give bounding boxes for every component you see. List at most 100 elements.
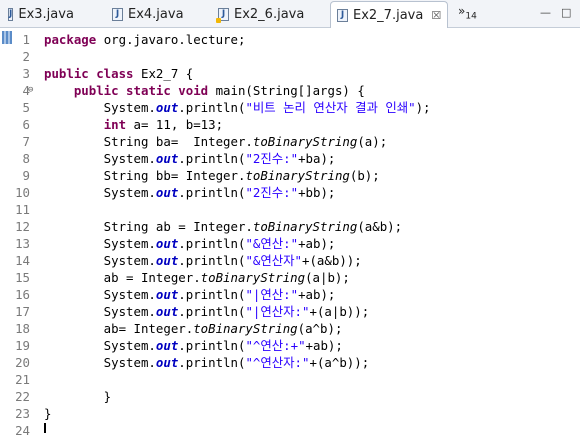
code-line[interactable]: 21: [14, 371, 431, 388]
code-line[interactable]: 14 System.out.println("&연산자"+(a&b));: [14, 252, 431, 269]
code-token: String ab = Integer.: [44, 219, 253, 234]
code-token: String bb= Integer.: [44, 168, 246, 183]
code-token: a= 11, b=13;: [133, 117, 224, 132]
code-line[interactable]: 23}: [14, 405, 431, 422]
code-line[interactable]: 17 System.out.println("|연산자:"+(a|b));: [14, 303, 431, 320]
line-number: 6: [22, 117, 30, 132]
code-token: "2진수:": [245, 185, 299, 200]
code-token: System.: [44, 100, 156, 115]
code-token: toBinaryString: [200, 270, 306, 285]
line-number: 9: [22, 168, 30, 183]
line-number: 2: [22, 49, 30, 64]
code-line[interactable]: 8 System.out.println("2진수:"+ba);: [14, 150, 431, 167]
code-token: toBinaryString: [193, 321, 298, 336]
code-token: out: [155, 100, 179, 115]
code-token: );: [415, 100, 431, 115]
code-token: +(a&b));: [302, 253, 362, 268]
line-number: 1: [22, 32, 30, 47]
editor-tab-bar: J Ex3.java J Ex4.java J Ex2_6.java J Ex2…: [0, 0, 580, 28]
code-line[interactable]: 2: [14, 48, 431, 65]
code-line[interactable]: 22 }: [14, 388, 431, 405]
line-number: 20: [15, 355, 30, 370]
code-token: toBinaryString: [252, 219, 358, 234]
code-token: +bb);: [298, 185, 336, 200]
line-number: 10: [15, 185, 30, 200]
close-tab-icon[interactable]: ☒: [431, 9, 441, 22]
java-file-icon: J: [8, 8, 14, 21]
code-line[interactable]: 19 System.out.println("^연산:+"+ab);: [14, 337, 431, 354]
code-line[interactable]: 9 String bb= Integer.toBinaryString(b);: [14, 167, 431, 184]
overview-ruler: [0, 28, 14, 433]
code-token: +ab);: [305, 338, 343, 353]
line-number: 19: [15, 338, 30, 353]
line-number: 13: [15, 236, 30, 251]
code-line[interactable]: 15 ab = Integer.toBinaryString(a|b);: [14, 269, 431, 286]
line-number: 15: [15, 270, 30, 285]
java-file-icon: J: [112, 8, 123, 21]
code-token: out: [155, 355, 179, 370]
code-line[interactable]: 10 System.out.println("2진수:"+bb);: [14, 184, 431, 201]
code-token: "2진수:": [245, 151, 299, 166]
tab-ex2-7[interactable]: J Ex2_7.java ☒: [330, 1, 448, 28]
code-token: ab= Integer.: [44, 321, 194, 336]
code-line[interactable]: 13 System.out.println("&연산:"+ab);: [14, 235, 431, 252]
code-line[interactable]: 4 ⊖ public static void main(String[]args)…: [14, 82, 431, 99]
code-token: .println(: [178, 185, 246, 200]
code-token: out: [155, 185, 179, 200]
line-number: 14: [15, 253, 30, 268]
code-token: +ab);: [298, 236, 336, 251]
line-number: 11: [15, 202, 30, 217]
code-token: (b);: [349, 168, 380, 183]
code-token: .println(: [178, 253, 246, 268]
code-line[interactable]: 7 String ba= Integer.toBinaryString(a);: [14, 133, 431, 150]
code-line[interactable]: 5 System.out.println("비트 논리 연산자 결과 인쇄");: [14, 99, 431, 116]
code-line[interactable]: 16 System.out.println("|연산:"+ab);: [14, 286, 431, 303]
line-number: 17: [15, 304, 30, 319]
overflow-count: 14: [465, 11, 477, 22]
code-token: (a^b);: [297, 321, 343, 336]
tab-ex2-6[interactable]: J Ex2_6.java: [212, 2, 312, 27]
java-file-warning-icon: J: [216, 8, 229, 23]
line-number: 22: [15, 389, 30, 404]
code-token: System.: [44, 304, 156, 319]
code-token: out: [155, 304, 179, 319]
line-number: 5: [22, 100, 30, 115]
line-number: 3: [22, 66, 30, 81]
bookmark-marker-icon: [2, 31, 12, 44]
tab-label: Ex2_6.java: [234, 7, 305, 22]
code-token: (a|b);: [305, 270, 350, 285]
tab-overflow-button[interactable]: »14: [458, 4, 477, 21]
code-editor[interactable]: 1 package org.javaro.lecture; 2 3 public cla…: [0, 28, 580, 438]
tab-ex4[interactable]: J Ex4.java: [106, 2, 186, 27]
code-token: (a&b);: [357, 219, 403, 234]
code-token: "^연산자:": [245, 355, 310, 370]
code-token: public class: [44, 66, 141, 81]
code-line[interactable]: 18 ab= Integer.toBinaryString(a^b);: [14, 320, 431, 337]
code-line[interactable]: 20 System.out.println("^연산자:"+(a^b));: [14, 354, 431, 371]
code-line[interactable]: 12 String ab = Integer.toBinaryString(a&…: [14, 218, 431, 235]
code-token: ab = Integer.: [44, 270, 201, 285]
code-token: "|연산자:": [245, 304, 310, 319]
line-number: 12: [15, 219, 30, 234]
line-number: 8: [22, 151, 30, 166]
maximize-icon[interactable]: □: [561, 6, 571, 19]
code-token: out: [155, 253, 179, 268]
code-token: "비트 논리 연산자 결과 인쇄": [245, 100, 416, 115]
fold-collapse-icon[interactable]: ⊖: [28, 82, 33, 99]
code-line[interactable]: 3 public class Ex2_7 {: [14, 65, 431, 82]
code-token: System.: [44, 185, 156, 200]
code-token: .println(: [178, 151, 246, 166]
code-line[interactable]: 11: [14, 201, 431, 218]
code-token: +(a|b));: [309, 304, 370, 319]
tab-ex3[interactable]: J Ex3.java: [2, 2, 74, 27]
line-number: 16: [15, 287, 30, 302]
minimize-icon[interactable]: —: [540, 6, 551, 19]
code-token: System.: [44, 253, 156, 268]
code-line[interactable]: 24: [14, 422, 431, 439]
code-text-area[interactable]: 1 package org.javaro.lecture; 2 3 public cla…: [14, 31, 431, 439]
line-number: 7: [22, 134, 30, 149]
code-line[interactable]: 1 package org.javaro.lecture;: [14, 31, 431, 48]
code-line[interactable]: 6 int a= 11, b=13;: [14, 116, 431, 133]
code-token: out: [155, 287, 179, 302]
